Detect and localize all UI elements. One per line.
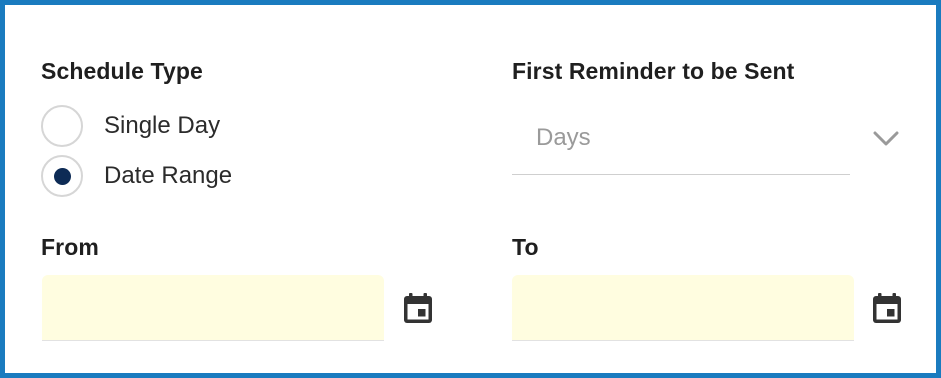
first-reminder-label: First Reminder to be Sent [512,58,795,84]
chevron-down-icon[interactable] [871,124,901,154]
radio-option-single-day[interactable]: Single Day [41,103,220,149]
radio-option-date-range[interactable]: Date Range [41,153,232,199]
single-day-label: Single Day [104,112,221,139]
schedule-form-panel: Schedule Type Single Day Date Range Firs… [0,0,941,378]
from-date-input[interactable] [42,275,384,341]
from-label: From [41,234,99,260]
calendar-icon[interactable] [870,291,904,325]
first-reminder-select[interactable]: Days [512,105,850,175]
date-range-radio-button[interactable] [41,155,83,197]
to-label: To [512,234,539,260]
date-range-label: Date Range [104,162,233,189]
to-date-input[interactable] [512,275,854,341]
first-reminder-value: Days [536,124,591,151]
calendar-icon[interactable] [401,291,435,325]
schedule-type-label: Schedule Type [41,58,203,84]
single-day-radio-button[interactable] [41,105,83,147]
radio-selected-dot [53,167,71,185]
